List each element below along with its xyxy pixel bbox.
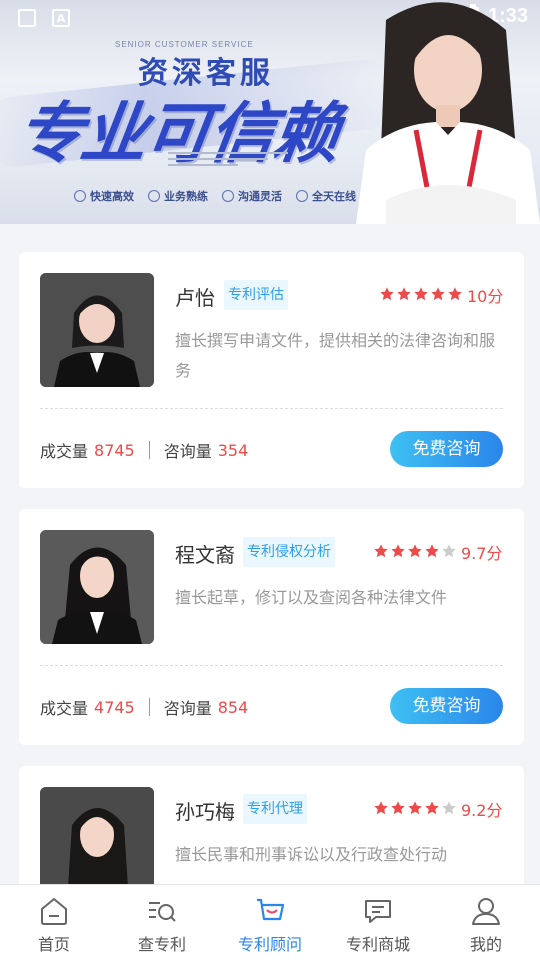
tab-mine[interactable]: 我的 <box>432 885 540 960</box>
image-notification-icon <box>18 9 36 27</box>
advisor-photo <box>40 530 154 644</box>
star-icon <box>425 544 439 558</box>
advisor-card[interactable]: 程文裔 专利侵权分析 9.7分 擅长起草，修订以及查阅各种法律文件 成交量 47… <box>19 509 524 745</box>
star-icon <box>380 287 394 301</box>
feature-item: 沟通灵活 <box>222 188 282 204</box>
banner-fine-print <box>168 150 308 171</box>
bottom-tab-bar: 首页 查专利 专利顾问 专利商城 我的 <box>0 884 540 960</box>
star-icon <box>374 544 388 558</box>
feature-icon <box>148 190 160 202</box>
deals-label: 成交量 <box>40 699 89 718</box>
free-consult-button[interactable]: 免费咨询 <box>390 431 503 467</box>
rating-stars <box>379 286 463 302</box>
font-notification-icon: A <box>52 9 70 27</box>
advisor-photo <box>40 273 154 387</box>
advisor-stats: 成交量 4745 咨询量 854 <box>40 695 248 719</box>
feature-item: 快速高效 <box>74 188 134 204</box>
deals-label: 成交量 <box>40 442 89 461</box>
feature-icon <box>74 190 86 202</box>
star-icon <box>397 287 411 301</box>
consults-count: 354 <box>217 440 249 460</box>
advisor-tag: 专利侵权分析 <box>243 537 335 567</box>
advisor-score: 9.7分 <box>461 544 503 563</box>
feature-icon <box>296 190 308 202</box>
tab-label: 查专利 <box>137 935 186 954</box>
advisor-description: 擅长民事和刑事诉讼以及行政查处行动 <box>175 845 448 864</box>
tab-patent-mall[interactable]: 专利商城 <box>324 885 432 960</box>
feature-item: 全天在线 <box>296 188 356 204</box>
star-icon <box>414 287 428 301</box>
rating-stars <box>373 543 457 559</box>
advisor-score: 9.2分 <box>461 801 503 820</box>
tab-label: 专利顾问 <box>237 935 302 954</box>
deals-count: 4745 <box>94 697 135 717</box>
advisor-name: 程文裔 <box>175 543 235 567</box>
tab-label: 我的 <box>469 935 502 954</box>
advisor-tag: 专利评估 <box>224 280 288 310</box>
tab-home[interactable]: 首页 <box>0 885 108 960</box>
tab-label: 首页 <box>37 935 70 954</box>
star-icon <box>431 287 445 301</box>
star-icon <box>448 287 462 301</box>
star-icon <box>425 801 439 815</box>
feature-icon <box>222 190 234 202</box>
feature-item: 业务熟练 <box>148 188 208 204</box>
user-icon <box>472 898 500 925</box>
card-divider <box>40 665 503 666</box>
search-patent-icon <box>149 902 176 922</box>
tab-search-patent[interactable]: 查专利 <box>108 885 216 960</box>
star-icon <box>374 801 388 815</box>
tab-patent-advisor[interactable]: 专利顾问 <box>216 885 324 960</box>
advisor-name: 孙巧梅 <box>175 800 235 824</box>
card-divider <box>40 408 503 409</box>
advisor-card[interactable]: 卢怡 专利评估 10分 擅长撰写申请文件，提供相关的法律咨询和服务 成交量 87… <box>19 252 524 488</box>
free-consult-button[interactable]: 免费咨询 <box>390 688 503 724</box>
star-icon <box>391 544 405 558</box>
star-empty-icon <box>442 544 456 558</box>
advisor-stats: 成交量 8745 咨询量 354 <box>40 438 248 462</box>
star-icon <box>391 801 405 815</box>
banner[interactable]: A 1:33 SENIOR CUSTOMER SERVICE 资深客服 专业可信… <box>0 0 540 224</box>
rating-stars <box>373 800 457 816</box>
advisor-description: 擅长起草，修订以及查阅各种法律文件 <box>175 588 448 607</box>
cart-icon <box>257 898 285 921</box>
consults-label: 咨询量 <box>163 442 212 461</box>
banner-features: 快速高效 业务熟练 沟通灵活 全天在线 <box>74 188 356 204</box>
advisor-name: 卢怡 <box>175 286 215 310</box>
tab-label: 专利商城 <box>345 935 410 954</box>
advisor-tag: 专利代理 <box>243 794 307 824</box>
consults-label: 咨询量 <box>163 699 212 718</box>
star-empty-icon <box>442 801 456 815</box>
deals-count: 8745 <box>94 440 135 460</box>
advisor-score: 10分 <box>467 287 504 306</box>
star-icon <box>408 544 422 558</box>
customer-service-agent-image <box>356 2 540 224</box>
advisor-description: 擅长撰写申请文件，提供相关的法律咨询和服务 <box>175 331 496 380</box>
chat-icon <box>365 900 391 923</box>
stats-separator <box>148 698 150 716</box>
stats-separator <box>148 441 150 459</box>
consults-count: 854 <box>217 697 249 717</box>
home-icon <box>41 897 67 925</box>
star-icon <box>408 801 422 815</box>
